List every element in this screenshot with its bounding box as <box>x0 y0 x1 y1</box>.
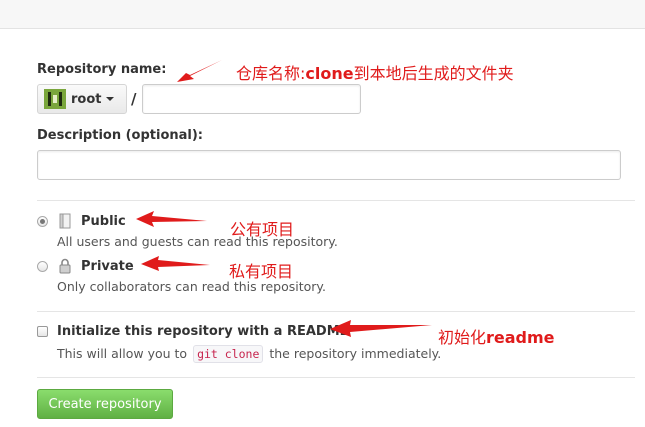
book-icon <box>59 213 71 229</box>
arrow-icon <box>177 60 222 82</box>
repository-name-input[interactable] <box>142 84 361 114</box>
public-note: All users and guests can read this repos… <box>57 234 338 249</box>
annotation-private: 私有项目 <box>229 262 294 281</box>
chevron-down-icon <box>105 97 114 101</box>
description-label: Description (optional): <box>37 128 204 143</box>
description-input[interactable] <box>37 150 621 180</box>
git-clone-code: git clone <box>193 345 264 363</box>
divider <box>37 200 635 201</box>
readme-note-after: the repository immediately. <box>269 346 442 361</box>
public-radio[interactable] <box>37 216 48 227</box>
owner-dropdown-button[interactable]: root <box>37 84 127 114</box>
lock-icon <box>59 258 71 274</box>
arrow-icon <box>141 256 210 271</box>
readme-note-before: This will allow you to <box>57 346 188 361</box>
private-title: Private <box>81 259 134 274</box>
readme-label: Initialize this repository with a README <box>57 324 349 339</box>
annotation-repo-name: 仓库名称:clone到本地后生成的文件夹 <box>236 64 514 83</box>
owner-avatar <box>44 89 66 109</box>
owner-repo-separator: / <box>131 90 137 108</box>
top-bar <box>0 0 645 29</box>
divider <box>37 311 635 312</box>
annotation-readme: 初始化readme <box>438 328 555 347</box>
readme-checkbox[interactable] <box>37 326 48 337</box>
repository-name-label: Repository name: <box>37 62 167 77</box>
arrow-icon <box>136 211 207 227</box>
owner-name: root <box>71 91 102 107</box>
public-title: Public <box>81 214 126 229</box>
annotation-public: 公有项目 <box>230 220 295 239</box>
divider <box>37 377 635 378</box>
create-repository-button[interactable]: Create repository <box>37 389 173 419</box>
readme-note: This will allow you to git clone the rep… <box>57 345 441 363</box>
private-radio[interactable] <box>37 261 48 272</box>
